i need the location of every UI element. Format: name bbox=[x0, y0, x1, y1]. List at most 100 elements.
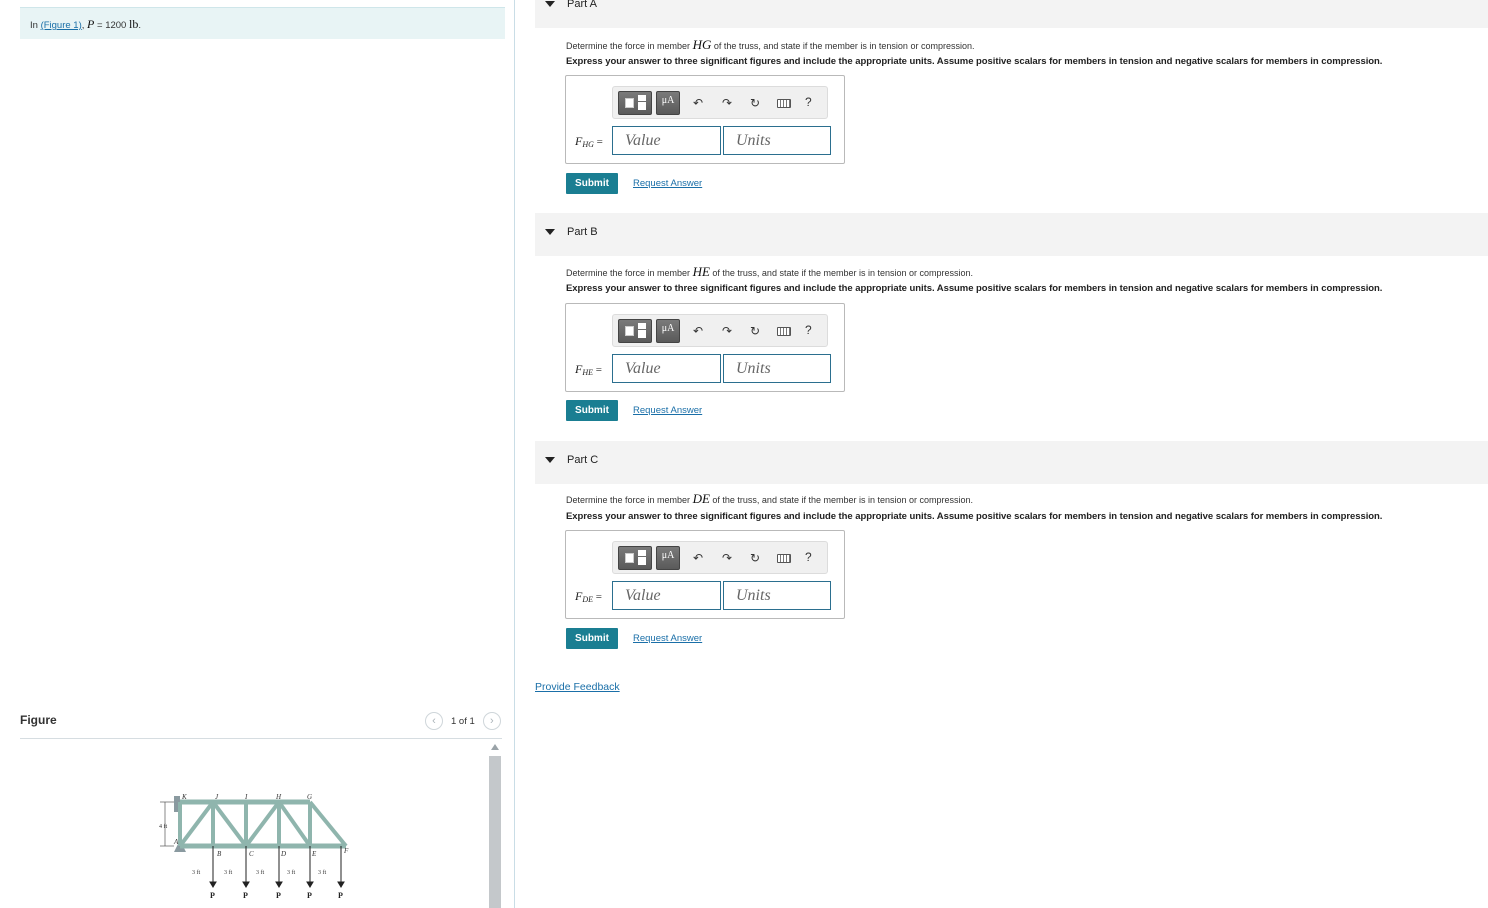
node-label-k: K bbox=[181, 793, 187, 801]
reset-icon[interactable]: ↻ bbox=[748, 95, 762, 111]
answer-sub: HG bbox=[582, 140, 594, 149]
member-ch bbox=[244, 800, 281, 848]
help-button[interactable]: ? bbox=[805, 95, 812, 109]
undo-icon[interactable]: ↶ bbox=[691, 95, 705, 111]
part-c-submit-button[interactable]: Submit bbox=[566, 628, 618, 649]
part-b-title: Part B bbox=[567, 226, 598, 238]
span-label-2: 3 ft bbox=[224, 869, 232, 876]
figure-title: Figure bbox=[20, 713, 57, 727]
member-aj bbox=[178, 800, 215, 848]
height-dimension: 4 ft bbox=[159, 823, 167, 830]
chevron-right-icon[interactable]: › bbox=[482, 712, 501, 730]
reset-icon[interactable]: ↻ bbox=[748, 550, 762, 566]
part-b-header[interactable]: Part B bbox=[535, 213, 1488, 256]
question-pre: Determine the force in member bbox=[566, 268, 693, 278]
redo-icon[interactable]: ↷ bbox=[720, 550, 734, 566]
figure-pager: ‹ 1 of 1 › bbox=[425, 712, 501, 730]
part-c-question: Determine the force in member DE of the … bbox=[566, 491, 973, 507]
figure-scrollbar[interactable] bbox=[488, 742, 502, 908]
units-input[interactable]: Units bbox=[723, 126, 831, 155]
load-label-4: P bbox=[307, 891, 312, 900]
node-label-d: D bbox=[280, 850, 286, 858]
keyboard-icon[interactable] bbox=[777, 99, 791, 108]
collapse-triangle-icon[interactable] bbox=[545, 229, 555, 235]
node-label-g: G bbox=[307, 793, 312, 801]
scroll-up-icon[interactable] bbox=[491, 744, 499, 750]
question-pre: Determine the force in member bbox=[566, 495, 693, 505]
keyboard-icon[interactable] bbox=[777, 327, 791, 336]
units-mu-button[interactable]: μA bbox=[656, 546, 680, 570]
span-label-1: 3 ft bbox=[192, 869, 200, 876]
node-label-b: B bbox=[217, 850, 222, 858]
redo-icon[interactable]: ↷ bbox=[720, 95, 734, 111]
load-unit: lb bbox=[128, 17, 139, 31]
answer-sub: HE bbox=[582, 368, 594, 377]
units-input[interactable]: Units bbox=[723, 354, 831, 383]
answer-sub: DE bbox=[582, 595, 594, 604]
member-he bbox=[277, 800, 312, 848]
equation-toolbar: μA ↶ ↷ ↻ ? bbox=[612, 86, 828, 119]
span-label-3: 3 ft bbox=[256, 869, 264, 876]
answer-eq: = bbox=[593, 591, 602, 603]
part-b-instruction: Express your answer to three significant… bbox=[566, 283, 1383, 294]
units-mu-button[interactable]: μA bbox=[656, 91, 680, 115]
value-input[interactable]: Value bbox=[612, 581, 721, 610]
keyboard-icon[interactable] bbox=[777, 554, 791, 563]
units-input[interactable]: Units bbox=[723, 581, 831, 610]
value-input[interactable]: Value bbox=[612, 126, 721, 155]
load-label-3: P bbox=[276, 891, 281, 900]
redo-icon[interactable]: ↷ bbox=[720, 323, 734, 339]
node-label-f: F bbox=[343, 847, 349, 855]
answer-eq: = bbox=[593, 136, 603, 148]
left-pane: In (Figure 1), P = 1200 lb. Figure ‹ 1 o… bbox=[0, 0, 515, 908]
member-name: HG bbox=[692, 37, 712, 52]
templates-icon[interactable] bbox=[618, 91, 652, 115]
part-a-submit-button[interactable]: Submit bbox=[566, 173, 618, 194]
undo-icon[interactable]: ↶ bbox=[691, 323, 705, 339]
node-label-a: A bbox=[173, 838, 179, 846]
scroll-thumb[interactable] bbox=[489, 756, 501, 908]
part-a-title: Part A bbox=[567, 0, 597, 10]
problem-end: . bbox=[138, 20, 141, 31]
templates-icon[interactable] bbox=[618, 546, 652, 570]
help-button[interactable]: ? bbox=[805, 323, 812, 337]
part-a-answer-box: μA ↶ ↷ ↻ ? FHG = Value Units bbox=[565, 75, 845, 164]
question-post: of the truss, and state if the member is… bbox=[709, 495, 974, 505]
part-a-question: Determine the force in member HG of the … bbox=[566, 37, 974, 53]
part-c-request-answer-link[interactable]: Request Answer bbox=[633, 633, 702, 644]
collapse-triangle-icon[interactable] bbox=[545, 1, 555, 7]
member-name: HE bbox=[692, 264, 710, 279]
member-name: DE bbox=[692, 491, 710, 506]
part-b-question: Determine the force in member HE of the … bbox=[566, 264, 973, 280]
member-jc bbox=[211, 800, 248, 848]
help-button[interactable]: ? bbox=[805, 550, 812, 564]
part-c-title: Part C bbox=[567, 454, 599, 466]
figure-page-count: 1 of 1 bbox=[451, 715, 475, 727]
reset-icon[interactable]: ↻ bbox=[748, 323, 762, 339]
span-label-4: 3 ft bbox=[287, 869, 295, 876]
node-label-c: C bbox=[249, 850, 254, 858]
chevron-left-icon[interactable]: ‹ bbox=[425, 712, 443, 730]
node-label-h: H bbox=[275, 793, 282, 801]
part-b-submit-button[interactable]: Submit bbox=[566, 400, 618, 421]
undo-icon[interactable]: ↶ bbox=[691, 550, 705, 566]
answer-eq: = bbox=[593, 364, 602, 376]
units-mu-button[interactable]: μA bbox=[656, 319, 680, 343]
part-b-answer-box: μA ↶ ↷ ↻ ? FHE = Value Units bbox=[565, 303, 845, 392]
provide-feedback-link[interactable]: Provide Feedback bbox=[535, 681, 620, 693]
part-c-instruction: Express your answer to three significant… bbox=[566, 511, 1383, 522]
problem-prefix: In bbox=[30, 20, 41, 31]
templates-icon[interactable] bbox=[618, 319, 652, 343]
problem-statement: In (Figure 1), P = 1200 lb. bbox=[20, 7, 505, 39]
part-b-request-answer-link[interactable]: Request Answer bbox=[633, 405, 702, 416]
figure-1-link[interactable]: (Figure 1) bbox=[41, 20, 82, 31]
answer-label: FDE = bbox=[575, 589, 602, 604]
value-input[interactable]: Value bbox=[612, 354, 721, 383]
collapse-triangle-icon[interactable] bbox=[545, 457, 555, 463]
part-c-header[interactable]: Part C bbox=[535, 441, 1488, 484]
part-c-answer-box: μA ↶ ↷ ↻ ? FDE = Value Units bbox=[565, 530, 845, 619]
load-label-1: P bbox=[210, 891, 215, 900]
part-a-header[interactable]: Part A bbox=[535, 0, 1488, 28]
part-a-request-answer-link[interactable]: Request Answer bbox=[633, 178, 702, 189]
load-label-5: P bbox=[338, 891, 343, 900]
